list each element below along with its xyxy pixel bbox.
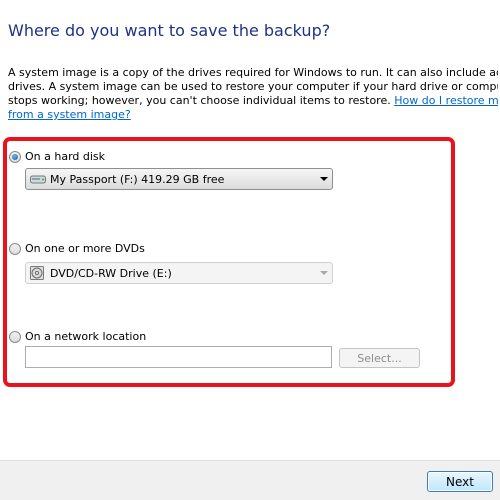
network-radio[interactable] [9, 330, 21, 343]
dvd-selected-drive: DVD/CD-RW Drive (E:) [50, 266, 172, 280]
footer-bar [0, 460, 500, 500]
hard-disk-radio[interactable] [9, 150, 21, 163]
hard-drive-icon [30, 175, 46, 184]
dvd-drive-icon [30, 266, 44, 280]
page-title: Where do you want to save the backup? [8, 21, 331, 40]
description-line-3-text: stops working; however, you can't choose… [8, 94, 395, 107]
dvd-radio[interactable] [9, 242, 21, 255]
dvd-dropdown[interactable]: DVD/CD-RW Drive (E:) [25, 262, 333, 284]
chevron-down-icon [320, 177, 328, 181]
restore-help-link-continued[interactable]: from a system image? [8, 108, 131, 121]
network-option[interactable]: On a network location [9, 330, 146, 343]
hard-disk-dropdown[interactable]: My Passport (F:) 419.29 GB free [25, 168, 333, 190]
dvd-label: On one or more DVDs [25, 242, 145, 255]
description-line-3: stops working; however, you can't choose… [8, 94, 498, 108]
restore-help-link[interactable]: How do I restore my computer [394, 94, 498, 107]
description-text: A system image is a copy of the drives r… [8, 66, 498, 122]
network-label: On a network location [25, 330, 147, 343]
chevron-down-icon [320, 271, 328, 275]
select-network-button[interactable]: Select... [339, 348, 420, 368]
hard-disk-option[interactable]: On a hard disk [9, 150, 105, 163]
dvd-option[interactable]: On one or more DVDs [9, 242, 145, 255]
hard-disk-selected-drive: My Passport (F:) 419.29 GB free [50, 172, 225, 186]
description-line-2: drives. A system image can be used to re… [8, 80, 498, 93]
hard-disk-label: On a hard disk [25, 150, 106, 163]
next-button[interactable]: Next [427, 471, 493, 492]
description-line-4: from a system image? [8, 108, 498, 122]
description-line-1: A system image is a copy of the drives r… [8, 66, 498, 79]
network-location-input[interactable] [25, 346, 332, 368]
